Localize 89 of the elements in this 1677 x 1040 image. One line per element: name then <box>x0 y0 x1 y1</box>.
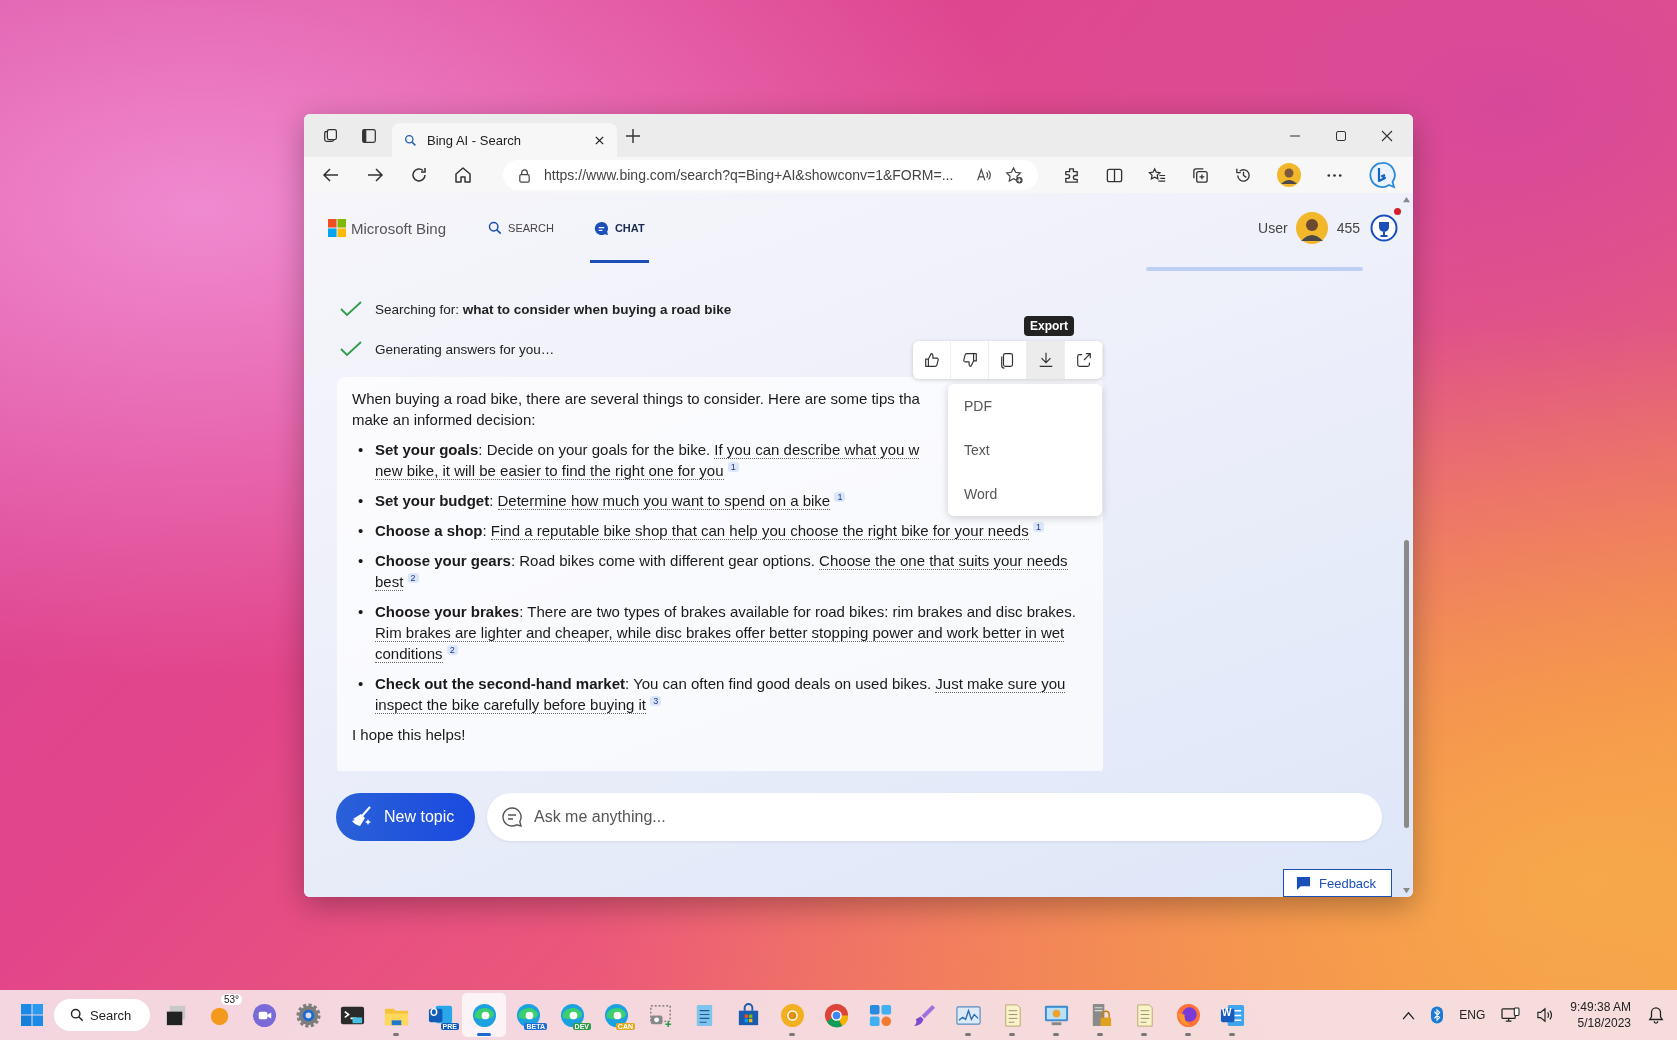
read-aloud-icon[interactable] <box>975 166 993 184</box>
points-count: 455 <box>1336 220 1360 236</box>
bullet: • <box>358 551 365 571</box>
bullet: • <box>358 491 365 511</box>
scroll-down-icon[interactable] <box>1402 887 1411 894</box>
scroll-up-icon[interactable] <box>1402 196 1411 203</box>
browser-tab[interactable]: Bing AI - Search <box>392 123 617 157</box>
collections-icon[interactable] <box>1191 165 1210 185</box>
bullet: • <box>358 440 365 460</box>
export-tooltip: Export <box>1024 316 1074 336</box>
trophy-icon[interactable] <box>1370 214 1398 242</box>
search-icon <box>404 133 417 147</box>
taskbar-app[interactable]: W <box>1210 993 1254 1037</box>
settings-icon <box>294 1001 322 1029</box>
maximize-icon[interactable] <box>1335 129 1347 142</box>
menu-item[interactable]: PDF <box>948 384 1102 428</box>
browser-icon <box>470 1001 498 1029</box>
chat-bubble-icon <box>501 806 523 828</box>
answer-text: I hope this helps! <box>352 725 467 745</box>
start-icon[interactable] <box>20 1003 44 1027</box>
app-letter: O <box>430 1007 438 1018</box>
brand-logo[interactable]: Microsoft Bing <box>328 219 447 237</box>
chat-icon <box>593 220 609 236</box>
menu-item[interactable]: Text <box>948 428 1102 472</box>
user-name[interactable]: User <box>1258 220 1288 236</box>
bullet: • <box>358 521 365 541</box>
bullet: • <box>358 602 365 622</box>
close-icon[interactable] <box>1381 129 1393 142</box>
network-icon[interactable] <box>1501 1006 1521 1024</box>
clock[interactable]: 9:49:38 AM 5/18/2023 <box>1570 999 1631 1031</box>
workspaces-icon[interactable] <box>322 126 340 145</box>
comment-icon <box>1296 875 1311 891</box>
citation-link[interactable]: 1 <box>1032 522 1044 532</box>
thumbs-up-icon <box>922 351 941 369</box>
broom-icon <box>350 805 374 829</box>
search-icon <box>488 221 503 235</box>
nav-tab[interactable]: SEARCH <box>484 196 558 263</box>
share-icon <box>1074 351 1093 369</box>
video-chat-icon <box>250 1001 278 1029</box>
ring-logo-icon <box>822 1001 850 1029</box>
chat-logo-icon[interactable] <box>1368 161 1396 189</box>
taskbar-app[interactable]: 53° <box>198 993 242 1037</box>
bluetooth-icon[interactable] <box>1431 1006 1444 1024</box>
nav-tab[interactable]: CHAT <box>589 196 649 263</box>
profile-avatar-icon[interactable] <box>1277 163 1301 187</box>
language-indicator[interactable]: ENG <box>1459 1008 1486 1022</box>
add-favorite-icon[interactable] <box>1005 165 1024 185</box>
list-item-text: Choose your brakes: There are two types of brakes available for road bikes: rim brakes and disc brakes. Rim brakes are lighter and cheaper, while disc brakes offer better stopping power and work better in wet conditions $^{2}$ <box>375 602 1077 664</box>
temperature-label: 53° <box>220 994 242 1005</box>
ask-input[interactable]: Ask me anything... <box>487 793 1382 841</box>
check-icon <box>340 341 362 357</box>
list-item-text: Choose your gears: Road bikes come with different gear options. Choose the one that suits your needs best $^{2}$ <box>375 551 1069 592</box>
taskbar-search[interactable]: Search <box>54 999 150 1031</box>
citation-link[interactable]: 2 <box>407 573 419 583</box>
extensions-icon[interactable] <box>1062 165 1081 185</box>
close-icon[interactable] <box>594 134 605 146</box>
ring-logo-icon <box>778 1001 806 1029</box>
tab-actions-icon[interactable] <box>360 126 378 145</box>
globe-icon <box>1174 1001 1202 1029</box>
lock-icon <box>517 167 532 183</box>
export-button[interactable] <box>1027 341 1065 379</box>
status-text: Generating answers for you… <box>375 341 555 357</box>
status-text: Searching for: what to consider when buying a road bike <box>375 301 732 317</box>
list-item-text: Check out the second-hand market: You can often find good deals on used bikes. Just make sure you inspect the bike carefully before buying it $^{3}$ <box>375 674 1067 715</box>
citation-link[interactable]: 1 <box>727 462 739 472</box>
thumbs-down-icon <box>960 351 979 369</box>
citation-link[interactable]: 3 <box>650 696 662 706</box>
home-icon[interactable] <box>453 165 473 185</box>
refresh-icon[interactable] <box>409 165 429 185</box>
app-letter: W <box>1222 1007 1232 1018</box>
answer-text: When buying a road bike, there are several things to consider. Here are some tips tha make an informed decision: <box>352 389 920 430</box>
list-item-text: Set your budget: Determine how much you want to spend on a bike $^{1}$ <box>375 490 846 511</box>
check-icon <box>340 301 362 317</box>
new-topic-button[interactable]: New topic <box>336 793 475 841</box>
menu-item[interactable]: Word <box>948 472 1102 516</box>
feedback-button[interactable]: Feedback <box>1283 869 1392 897</box>
favorites-icon[interactable] <box>1148 165 1167 185</box>
search-icon <box>70 1008 84 1022</box>
new-tab-icon[interactable] <box>625 127 641 144</box>
chevron-up-icon[interactable] <box>1402 1010 1416 1020</box>
notifications-icon[interactable] <box>1647 1006 1665 1024</box>
list-item-text: Choose a shop: Find a reputable bike shop that can help you choose the right bike for your needs $^{1}$ <box>375 520 1044 541</box>
citation-link[interactable]: 2 <box>446 645 458 655</box>
list-item-text: Set your goals: Decide on your goals for the bike. If you can describe what you w new bike, it will be easier to find the right one for you $^{1}$ <box>375 440 920 481</box>
citation-link[interactable]: 1 <box>834 492 846 502</box>
avatar-icon[interactable] <box>1295 212 1328 244</box>
bullet: • <box>358 674 365 694</box>
address-field[interactable]: https://www.bing.com/search?q=Bing+AI&showconv=1&FORM=... <box>503 160 1038 190</box>
volume-icon[interactable] <box>1536 1007 1555 1023</box>
